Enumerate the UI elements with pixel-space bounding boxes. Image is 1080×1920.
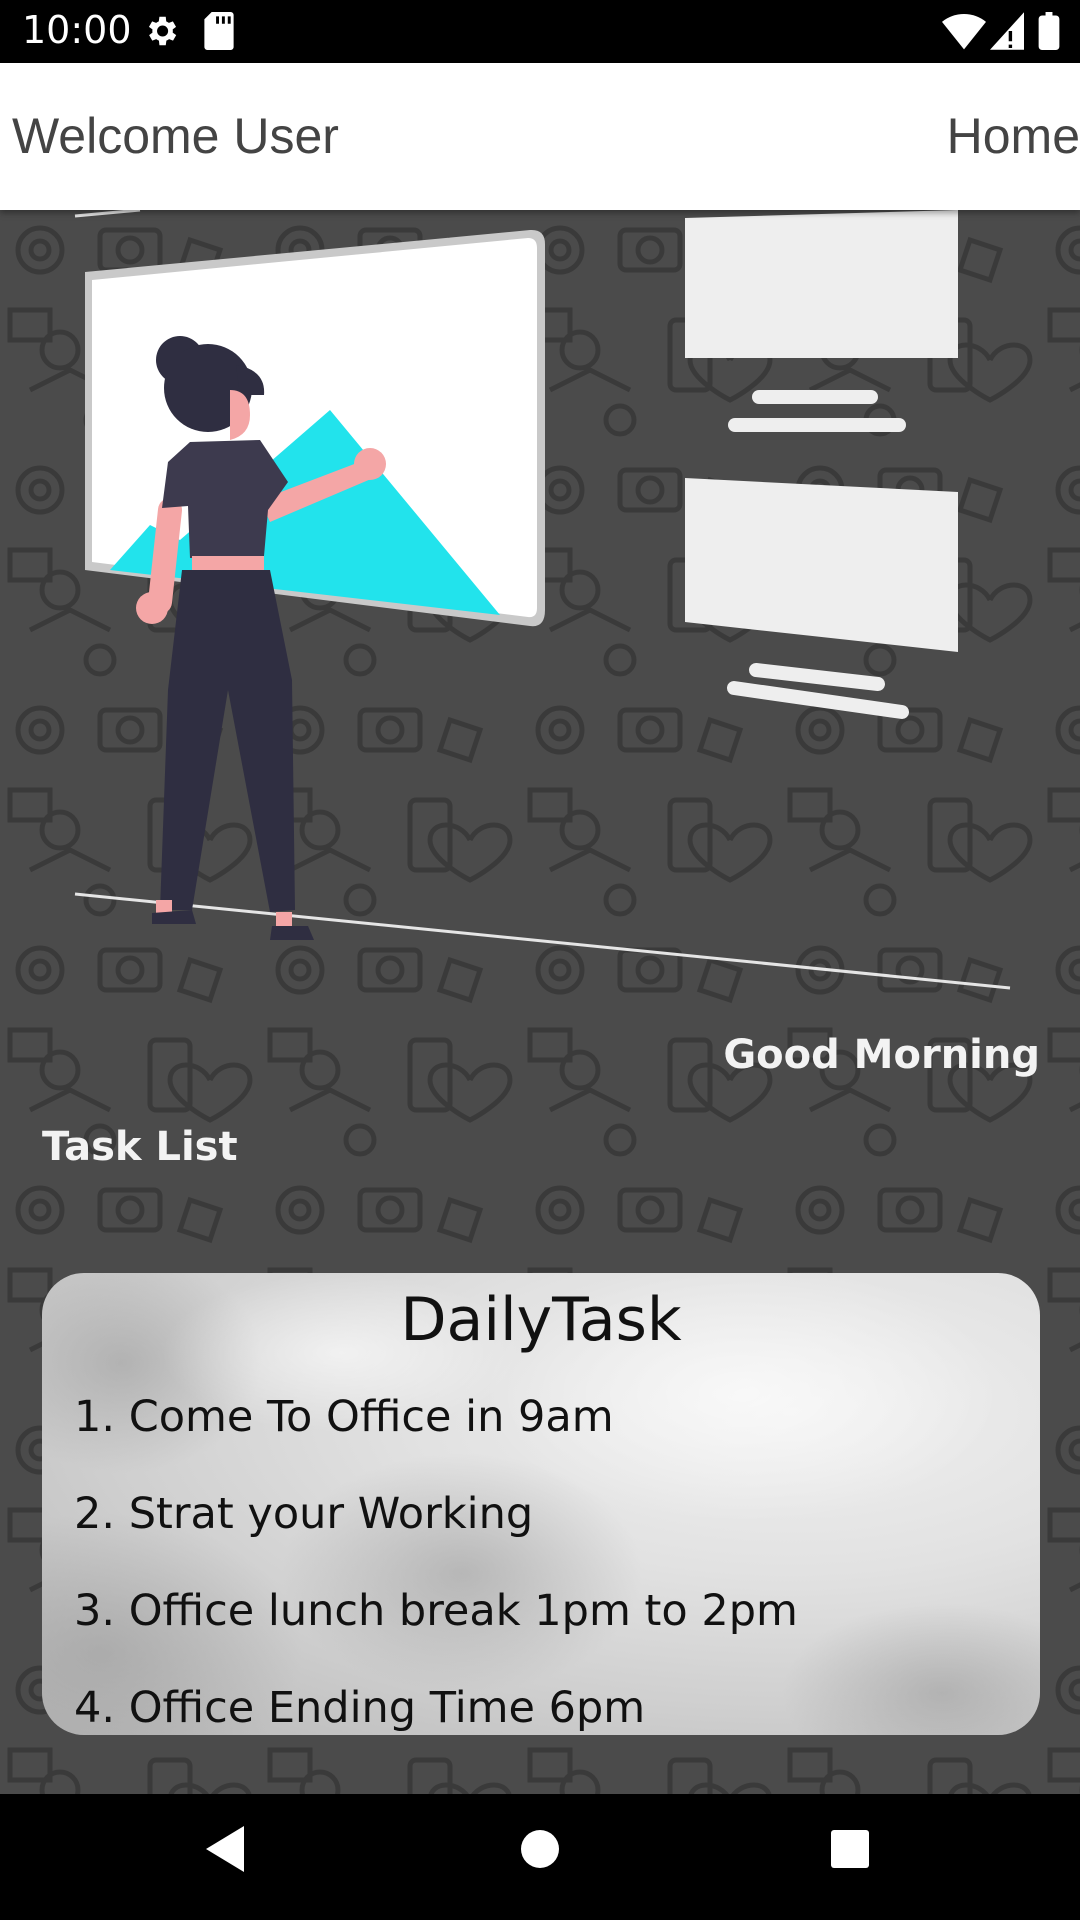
task-item: 4. Office Ending Time 6pm	[74, 1683, 646, 1733]
signal-icon	[990, 12, 1024, 55]
task-list-label: Task List	[42, 1124, 238, 1170]
wifi-icon	[942, 12, 986, 55]
app-bar-title: Welcome User	[12, 108, 339, 164]
gear-icon	[142, 12, 180, 55]
task-item: 3. Office lunch break 1pm to 2pm	[74, 1586, 798, 1636]
recents-icon[interactable]	[830, 1824, 870, 1879]
battery-icon	[1038, 12, 1060, 55]
navigation-bar	[0, 1794, 1080, 1920]
home-icon[interactable]	[520, 1824, 560, 1879]
home-menu-button[interactable]: Home	[947, 107, 1080, 165]
daily-task-card: DailyTask 1. Come To Office in 9am 2. St…	[42, 1273, 1040, 1735]
sd-card-icon	[204, 12, 234, 55]
main-content: Good Morning Task List DailyTask 1. Come…	[0, 210, 1080, 1794]
greeting-text: Good Morning	[723, 1032, 1040, 1078]
status-bar: 10:00	[0, 0, 1080, 63]
task-item: 2. Strat your Working	[74, 1489, 534, 1539]
screen: 10:00 Welcome User Home Good Morning Tas…	[0, 0, 1080, 1920]
card-title: DailyTask	[400, 1285, 682, 1355]
task-item: 1. Come To Office in 9am	[74, 1392, 614, 1442]
status-time: 10:00	[22, 8, 132, 52]
back-icon[interactable]	[204, 1824, 248, 1879]
presentation-illustration	[74, 210, 1011, 990]
app-bar: Welcome User Home	[0, 63, 1080, 210]
